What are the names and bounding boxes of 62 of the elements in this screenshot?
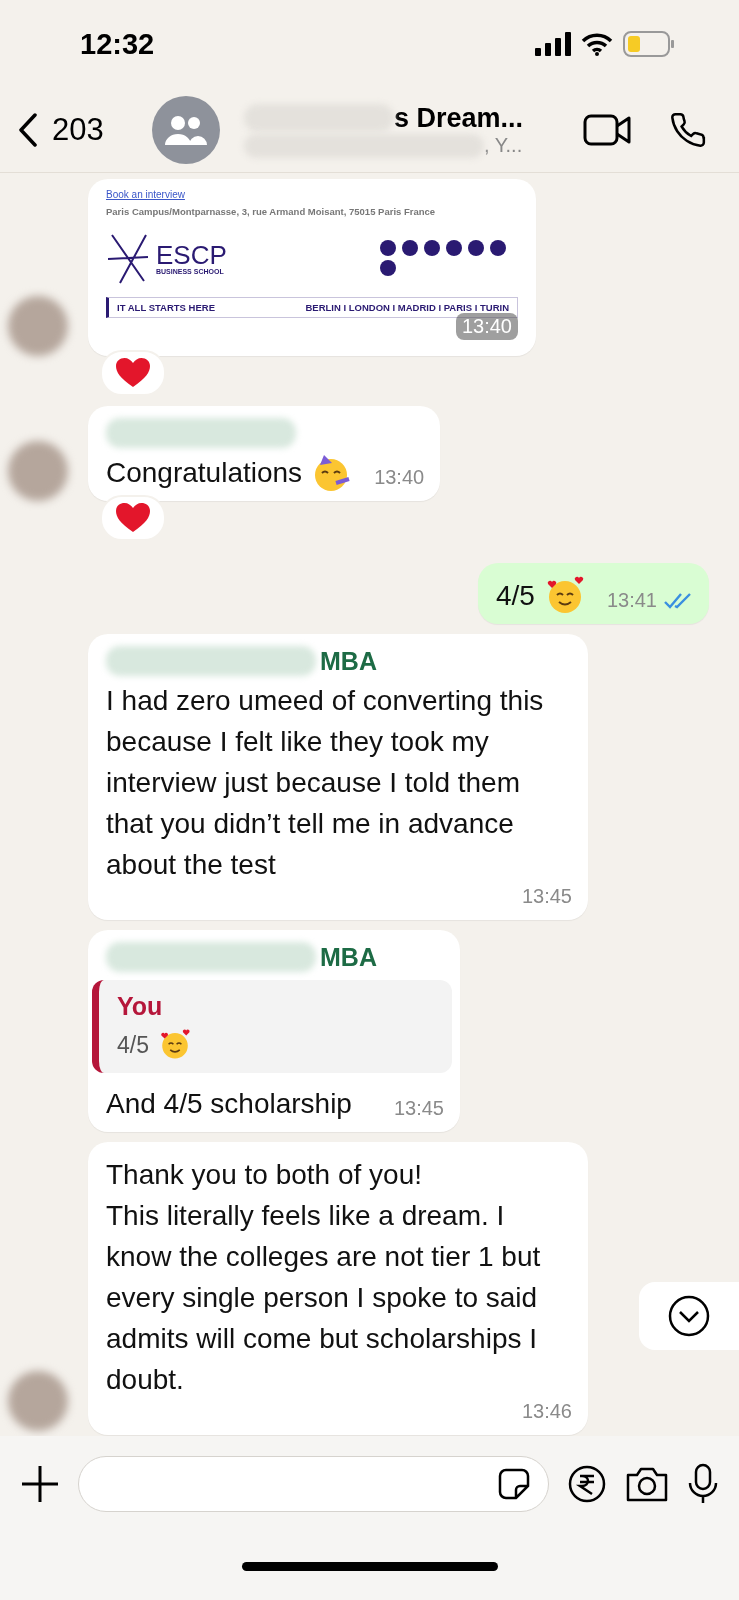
payment-button[interactable] — [567, 1464, 607, 1504]
heart-icon — [116, 503, 150, 533]
logo-text: ESCP — [156, 241, 227, 268]
chat-title[interactable]: s Dream... — [394, 102, 524, 134]
message-text: I had zero umeed of converting this because I felt like they took my interview just because I told them that you didn’t tell me in advance about the test — [106, 684, 545, 882]
message-input-field[interactable] — [78, 1456, 549, 1512]
message-text: 4/5 — [496, 579, 535, 613]
microphone-icon — [687, 1463, 719, 1505]
address-text: Paris Campus/Montparnasse, 3, rue Armand Moisant, 75015 Paris France — [106, 206, 437, 217]
sender-name: MBA — [320, 646, 377, 676]
video-camera-icon — [583, 114, 631, 146]
message-text: Thank you to both of you! — [106, 1158, 422, 1192]
reaction-pill[interactable] — [100, 495, 166, 541]
reaction-pill[interactable] — [100, 350, 166, 396]
back-button[interactable]: 203 — [18, 112, 142, 148]
social-icon[interactable] — [446, 240, 462, 256]
message-time: 13:45 — [393, 1097, 444, 1120]
signal-icon — [535, 32, 571, 56]
chat-subtitle: , Y... — [484, 134, 523, 157]
incoming-message-bubble[interactable]: MBA You 4/5 And 4/5 scholarship 13:45 — [88, 930, 460, 1132]
message-time: 13:40 — [455, 313, 518, 340]
social-icon[interactable] — [402, 240, 418, 256]
scroll-down-button[interactable] — [639, 1282, 739, 1350]
message-time: 13:41 — [606, 589, 693, 612]
camera-button[interactable] — [625, 1465, 669, 1503]
social-icon[interactable] — [490, 240, 506, 256]
battery-icon — [623, 31, 675, 57]
message-text: Congratulations — [106, 456, 303, 490]
status-time: 12:32 — [80, 27, 155, 61]
cities-text: BERLIN I LONDON I MADRID I PARIS I TURIN — [305, 302, 509, 313]
camera-icon — [625, 1465, 669, 1503]
social-icon[interactable] — [380, 260, 396, 276]
message-time: 13:45 — [521, 885, 572, 908]
voice-message-button[interactable] — [687, 1463, 719, 1505]
phone-icon — [669, 111, 707, 149]
message-time: 13:46 — [521, 1400, 572, 1423]
tagline-text: IT ALL STARTS HERE — [117, 302, 215, 313]
back-chevron-icon — [18, 113, 38, 147]
incoming-message-bubble[interactable]: Thank you to both of you! This literally feels like a dream. I know the colleges are not tier 1 but every single person I spoke to said admits will come but scholarships I doubt. 13:46 — [88, 1142, 588, 1435]
message-text: And 4/5 scholarship — [106, 1087, 352, 1121]
quote-text: 4/5 — [117, 1031, 149, 1059]
plus-icon — [20, 1464, 60, 1504]
interview-link[interactable]: Book an interview — [106, 189, 518, 200]
sender-name: MBA — [320, 942, 377, 972]
people-icon — [165, 115, 207, 145]
quoted-message[interactable]: You 4/5 — [92, 980, 452, 1073]
smiling-face-with-hearts-icon — [159, 1029, 191, 1061]
social-icon[interactable] — [468, 240, 484, 256]
message-time: 13:40 — [374, 466, 425, 489]
outgoing-message-bubble[interactable]: 4/5 13:41 — [478, 563, 709, 624]
social-icon[interactable] — [380, 240, 396, 256]
chevron-down-circle-icon — [667, 1294, 711, 1338]
wifi-icon — [581, 32, 613, 56]
incoming-message-bubble[interactable]: Congratulations 13:40 — [88, 406, 441, 501]
sticker-icon — [496, 1466, 532, 1502]
heart-icon — [116, 358, 150, 388]
message-text: This literally feels like a dream. I know the colleges are not tier 1 but every single person I spoke to said admits will come but scholarships I doubt. — [106, 1199, 542, 1397]
rupee-icon — [567, 1464, 607, 1504]
social-icon[interactable] — [424, 240, 440, 256]
quote-author: You — [117, 992, 164, 1021]
attach-button[interactable] — [20, 1464, 60, 1504]
incoming-message-bubble[interactable]: MBA I had zero umeed of converting this because I felt like they took my interview just because I told them that you didn’t tell me in advance about the test 13:45 — [88, 634, 588, 920]
